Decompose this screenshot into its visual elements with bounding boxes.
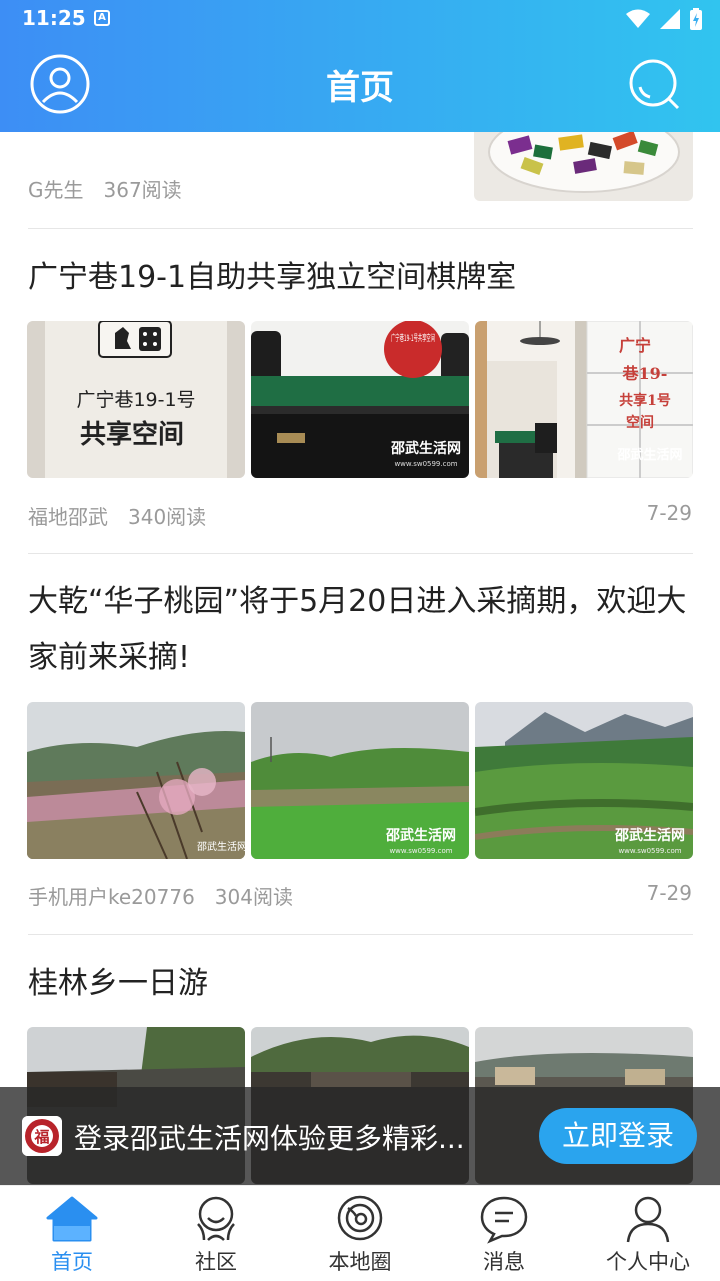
article-thumbnail: 广宁 巷19- 共享1号 空间 邵武生活网	[475, 321, 693, 478]
article-date: 7-29	[646, 881, 692, 905]
article-thumbnail: 邵武生活网 www.sw0599.com	[251, 702, 469, 859]
article-reads: 367阅读	[103, 178, 182, 202]
community-icon	[197, 1196, 235, 1241]
article-author: 福地邵武	[28, 505, 108, 529]
search-icon	[629, 59, 680, 110]
article-date: 7-29	[646, 501, 692, 525]
app-logo-icon: 福	[22, 1116, 62, 1156]
battery-icon	[690, 8, 702, 30]
watermark-url: www.sw0599.com	[394, 460, 457, 468]
nav-label: 本地圈	[328, 1250, 392, 1274]
watermark-url: www.sw0599.com	[618, 847, 681, 855]
watermark-text: 邵武生活网	[616, 447, 682, 463]
wifi-icon	[626, 9, 650, 28]
article-title[interactable]: 桂林乡一日游	[28, 956, 698, 1012]
nav-label: 首页	[51, 1250, 93, 1274]
article-title[interactable]: 大乾“华子桃园”将于5月20日进入采摘期，欢迎大 家前来采摘!	[28, 574, 698, 686]
article-meta: 手机用户ke20776 304阅读	[28, 881, 293, 910]
article-feed[interactable]: G先生 367阅读 广宁巷19-1自助共享独立空间棋牌室 广宁巷19-1号 共享空…	[0, 132, 720, 1184]
article-title-line: 家前来采摘!	[28, 640, 191, 675]
nav-item-messages[interactable]: 消息	[432, 1186, 576, 1281]
status-bar: 11:25 A	[0, 0, 720, 40]
svg-text:共享1号: 共享1号	[619, 392, 671, 409]
stamp-text: 广宁巷19-1号共享空间	[391, 332, 435, 344]
nav-item-profile[interactable]: 个人中心	[576, 1186, 720, 1281]
article-meta: 福地邵武 340阅读	[28, 501, 206, 530]
article-thumbnail	[474, 132, 693, 201]
message-icon	[480, 1196, 528, 1244]
article-thumbnail: 邵武生活网	[27, 702, 245, 859]
article-title[interactable]: 广宁巷19-1自助共享独立空间棋牌室	[28, 250, 698, 306]
profile-icon	[626, 1196, 670, 1243]
article-thumbnail: 广宁巷19-1号 共享空间	[27, 321, 245, 478]
login-button[interactable]: 立即登录	[539, 1108, 697, 1164]
article-reads: 340阅读	[128, 505, 207, 529]
nav-label: 社区	[195, 1250, 237, 1274]
article-thumbnail: 广宁巷19-1号共享空间 邵武生活网 www.sw0599.com	[251, 321, 469, 478]
status-time: 11:25	[22, 6, 86, 30]
article-title-line: 大乾“华子桃园”将于5月20日进入采摘期，欢迎大	[28, 584, 687, 619]
divider	[28, 934, 693, 935]
search-button[interactable]	[628, 58, 682, 112]
home-icon	[46, 1196, 98, 1242]
article-author: G先生	[28, 178, 84, 202]
status-icons	[626, 8, 702, 30]
article-item[interactable]: G先生 367阅读	[0, 132, 720, 228]
login-prompt-text: 登录邵武生活网体验更多精彩...	[74, 1122, 465, 1155]
watermark-text: 邵武生活网	[197, 840, 245, 853]
nav-item-home[interactable]: 首页	[0, 1186, 144, 1281]
watermark-text: 邵武生活网	[614, 827, 685, 844]
sign-text-line2: 共享空间	[80, 419, 184, 450]
article-meta: G先生 367阅读	[28, 174, 182, 203]
article-thumbnails: 广宁巷19-1号 共享空间 广宁巷19-1号共享空间 邵武生活网 www.sw0	[27, 321, 693, 478]
watermark-url: www.sw0599.com	[389, 847, 452, 855]
header-bar: 11:25 A 首页	[0, 0, 720, 132]
svg-text:广宁: 广宁	[619, 336, 651, 355]
article-thumbnails: 邵武生活网 邵武生活网 www.sw0599.com 邵武生活网 www.sw0…	[27, 702, 693, 859]
watermark-text: 邵武生活网	[385, 827, 456, 844]
nav-item-local-circle[interactable]: 本地圈	[288, 1186, 432, 1281]
login-prompt-banner[interactable]: 福 登录邵武生活网体验更多精彩... 立即登录	[0, 1087, 720, 1185]
nav-label: 个人中心	[606, 1250, 690, 1274]
nav-item-community[interactable]: 社区	[144, 1186, 288, 1281]
bottom-navigation: 首页 社区 本地圈 消息 个人中心	[0, 1185, 720, 1280]
svg-text:空间: 空间	[626, 414, 654, 431]
svg-text:巷19-: 巷19-	[622, 364, 668, 383]
article-thumbnail: 邵武生活网 www.sw0599.com	[475, 702, 693, 859]
signal-icon	[660, 9, 680, 29]
local-circle-icon	[337, 1195, 383, 1241]
notification-a-icon: A	[94, 10, 110, 26]
svg-text:福: 福	[33, 1128, 49, 1146]
sign-text-line1: 广宁巷19-1号	[76, 389, 195, 411]
divider	[28, 228, 693, 229]
page-title: 首页	[326, 68, 394, 108]
divider	[28, 553, 693, 554]
watermark-text: 邵武生活网	[390, 440, 461, 457]
article-author: 手机用户ke20776	[28, 885, 195, 909]
nav-label: 消息	[483, 1250, 525, 1274]
article-reads: 304阅读	[214, 885, 293, 909]
